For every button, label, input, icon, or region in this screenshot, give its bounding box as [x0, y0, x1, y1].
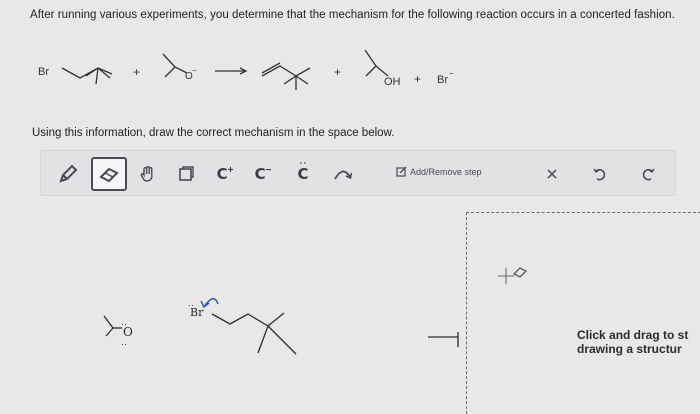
- carbanion-tool[interactable]: C −: [249, 151, 277, 197]
- drawing-toolbar: C + C − ·· C Add/Remove step: [40, 150, 676, 196]
- template-icon: [179, 166, 194, 181]
- add-remove-step-label: Add/Remove step: [410, 166, 482, 177]
- edit-square-icon: [396, 166, 407, 177]
- hand-tool[interactable]: [133, 151, 163, 197]
- plus-sign-1: +: [133, 65, 140, 79]
- carbocation-label: C: [216, 165, 228, 183]
- undo-button[interactable]: [587, 151, 613, 197]
- hint-line-2: drawing a structur: [577, 342, 682, 356]
- carbanion-label: C: [254, 165, 266, 183]
- redo-button[interactable]: [635, 151, 661, 197]
- clear-button[interactable]: [539, 151, 565, 197]
- plus-sign-3: +: [414, 72, 421, 86]
- instruction-text: Using this information, draw the correct…: [32, 127, 395, 139]
- hand-icon: [140, 166, 153, 182]
- carbocation-sup: +: [227, 164, 234, 176]
- close-icon: [547, 169, 557, 179]
- bromide-label: Br: [437, 74, 448, 86]
- br-lone-pair-top: ··: [188, 300, 194, 310]
- undo-icon: [593, 168, 606, 181]
- add-remove-step-button[interactable]: Add/Remove step: [396, 166, 482, 177]
- alcohol-oh-label: OH: [384, 76, 401, 88]
- reaction-scheme: Br + O − + OH + Br −: [0, 40, 700, 110]
- structure-drop-area[interactable]: [466, 212, 700, 414]
- question-text: After running various experiments, you d…: [30, 9, 675, 21]
- alkoxide-charge: −: [192, 66, 197, 75]
- lone-pair-dots-icon: ··: [299, 157, 308, 168]
- plus-sign-2: +: [334, 65, 341, 79]
- curved-arrow-tool[interactable]: [329, 151, 357, 197]
- redo-icon: [642, 168, 655, 181]
- carbene-tool[interactable]: ·· C: [289, 151, 317, 197]
- template-tool[interactable]: [171, 151, 201, 197]
- pencil-tool[interactable]: [53, 151, 83, 197]
- bromide-charge: −: [449, 69, 454, 78]
- drawing-hint: Click and drag to st drawing a structur: [577, 328, 688, 356]
- eraser-tool[interactable]: [91, 157, 127, 191]
- o-lone-pair-bottom: ··: [121, 339, 127, 349]
- pencil-icon: [59, 164, 78, 183]
- carbanion-sup: −: [265, 164, 272, 176]
- o-lone-pair-top: ··: [121, 319, 127, 329]
- curved-arrow-icon: [334, 170, 353, 180]
- drawing-canvas[interactable]: O ·· ·· Br ··: [0, 270, 512, 414]
- carbocation-tool[interactable]: C +: [211, 151, 239, 197]
- eraser-icon: [99, 167, 119, 183]
- reactant-br-label: Br: [38, 66, 49, 78]
- hint-line-1: Click and drag to st: [577, 328, 689, 342]
